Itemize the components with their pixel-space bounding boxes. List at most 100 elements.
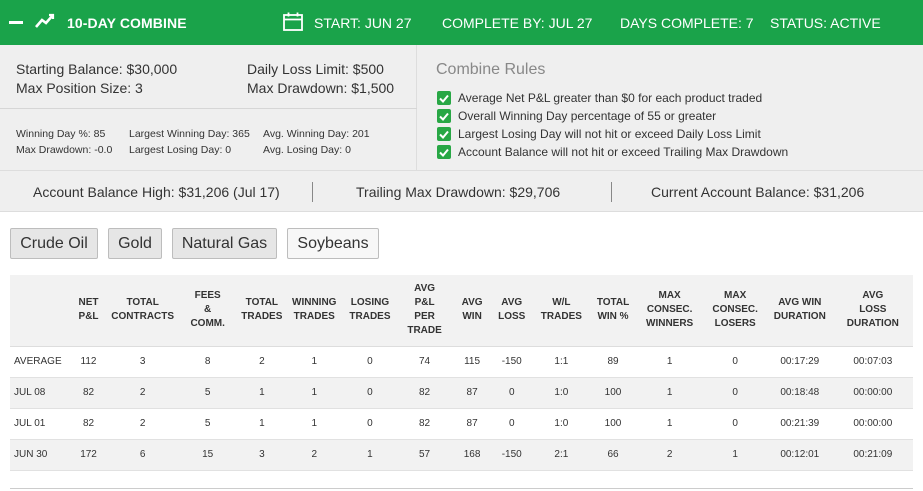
table-cell: 1 <box>344 439 396 471</box>
column-header: NET P&L <box>67 275 110 347</box>
column-header: AVG P&L PER TRADE <box>395 275 454 347</box>
rule-text: Account Balance will not hit or exceed T… <box>458 145 789 159</box>
table-cell: 1 <box>284 346 345 378</box>
table-cell: 1:0 <box>532 408 591 440</box>
table-cell: 2 <box>635 439 704 471</box>
rule-text: Average Net P&L greater than $0 for each… <box>458 91 763 105</box>
column-header: MAX CONSEC. LOSERS <box>703 275 767 347</box>
daily-loss-limit: Daily Loss Limit: $500 <box>247 61 384 77</box>
table-header-row: NET P&L TOTAL CONTRACTS FEES & COMM. TOTAL TR… <box>10 275 913 347</box>
row-label: JUL 08 <box>10 377 68 409</box>
balance-bar: Account Balance High: $31,206 (Jul 17) T… <box>0 171 923 212</box>
account-balance-high: Account Balance High: $31,206 (Jul 17) <box>33 184 280 200</box>
table-cell: 87 <box>453 377 491 409</box>
table-cell: 0 <box>703 408 767 440</box>
account-stats: Starting Balance: $30,000 Max Position S… <box>0 45 417 171</box>
table-cell: 82 <box>67 408 110 440</box>
table-cell: 1 <box>284 408 345 440</box>
table-cell: 82 <box>395 408 454 440</box>
current-account-balance: Current Account Balance: $31,206 <box>651 184 865 200</box>
trend-line-icon <box>35 13 55 28</box>
avg-winning-day: Avg. Winning Day: 201 <box>263 128 370 140</box>
column-header: W/L TRADES <box>532 275 591 347</box>
table-cell: 82 <box>67 377 110 409</box>
table-cell: -150 <box>490 439 533 471</box>
table-cell: 1 <box>284 377 345 409</box>
check-icon <box>437 91 451 105</box>
column-header: WINNING TRADES <box>284 275 345 347</box>
rule-item: Average Net P&L greater than $0 for each… <box>437 91 762 105</box>
table-row: JUN 30 172 6 15 3 2 1 57 168 -150 2:1 66 2 1 00:12:01 0… <box>10 439 913 471</box>
table-cell: 00:12:01 <box>766 439 833 471</box>
table-cell: 89 <box>590 346 636 378</box>
table-cell: 1 <box>239 408 285 440</box>
rule-text: Overall Winning Day percentage of 55 or … <box>458 109 717 123</box>
table-cell: 15 <box>176 439 240 471</box>
status: STATUS: ACTIVE <box>770 15 881 31</box>
table-cell: 57 <box>395 439 454 471</box>
column-header: AVG LOSS DURATION <box>832 275 913 347</box>
table-cell: 82 <box>395 377 454 409</box>
table-cell: 74 <box>395 346 454 378</box>
divider <box>10 488 913 489</box>
table-cell: 2:1 <box>532 439 591 471</box>
table-cell: 3 <box>239 439 285 471</box>
table-cell: 00:21:09 <box>832 439 913 471</box>
stats-table: NET P&L TOTAL CONTRACTS FEES & COMM. TOTAL TR… <box>10 275 913 471</box>
check-icon <box>437 109 451 123</box>
starting-balance: Starting Balance: $30,000 <box>16 61 178 77</box>
column-header: AVG WIN <box>453 275 491 347</box>
row-label: JUN 30 <box>10 439 68 471</box>
table-cell: 5 <box>176 377 240 409</box>
summary-panel: Starting Balance: $30,000 Max Position S… <box>0 45 923 171</box>
table-row: JUL 08 82 2 5 1 1 0 82 87 0 1:0 100 1 0 00:18:48 00:00:… <box>10 377 913 409</box>
table-cell: 1 <box>239 377 285 409</box>
table-row: JUL 01 82 2 5 1 1 0 82 87 0 1:0 100 1 0 00:21:39 00:00:… <box>10 408 913 440</box>
combine-title: 10-DAY COMBINE <box>67 15 187 31</box>
check-icon <box>437 145 451 159</box>
table-cell: 115 <box>453 346 491 378</box>
rule-item: Overall Winning Day percentage of 55 or … <box>437 109 716 123</box>
rule-item: Largest Losing Day will not hit or excee… <box>437 127 761 141</box>
table-cell: 1 <box>703 439 767 471</box>
product-button-crude-oil[interactable]: Crude Oil <box>10 228 98 259</box>
column-header: MAX CONSEC. WINNERS <box>635 275 704 347</box>
table-cell: 00:07:03 <box>832 346 913 378</box>
product-button-soybeans[interactable]: Soybeans <box>287 228 379 259</box>
column-header: FEES & COMM. <box>176 275 240 347</box>
rules-title: Combine Rules <box>436 61 546 78</box>
table-cell: 168 <box>453 439 491 471</box>
table-cell: 00:00:00 <box>832 377 913 409</box>
complete-by-date: COMPLETE BY: JUL 27 <box>442 15 593 31</box>
table-cell: 0 <box>703 377 767 409</box>
table-cell: 0 <box>344 408 396 440</box>
column-header: AVG LOSS <box>490 275 533 347</box>
collapse-icon[interactable] <box>9 21 23 24</box>
start-date: START: JUN 27 <box>314 15 412 31</box>
divider <box>312 182 313 202</box>
table-cell: 66 <box>590 439 636 471</box>
table-cell: 112 <box>67 346 110 378</box>
row-label: JUL 01 <box>10 408 68 440</box>
rule-item: Account Balance will not hit or exceed T… <box>437 145 788 159</box>
table-cell: 00:00:00 <box>832 408 913 440</box>
rule-text: Largest Losing Day will not hit or excee… <box>458 127 761 141</box>
table-cell: 0 <box>344 346 396 378</box>
product-button-natural-gas[interactable]: Natural Gas <box>172 228 277 259</box>
product-button-gold[interactable]: Gold <box>108 228 162 259</box>
divider <box>611 182 612 202</box>
table-cell: 0 <box>703 346 767 378</box>
max-position-size: Max Position Size: 3 <box>16 80 143 96</box>
table-cell: 00:21:39 <box>766 408 833 440</box>
max-drawdown-small: Max Drawdown: -0.0 <box>16 144 113 156</box>
table-cell: 100 <box>590 408 636 440</box>
table-cell: -150 <box>490 346 533 378</box>
account-limits: Starting Balance: $30,000 Max Position S… <box>0 45 417 109</box>
column-header: TOTAL CONTRACTS <box>109 275 177 347</box>
table-cell: 1 <box>635 377 704 409</box>
winning-day-pct: Winning Day %: 85 <box>16 128 106 140</box>
table-cell: 1 <box>635 408 704 440</box>
table-cell: 00:18:48 <box>766 377 833 409</box>
calendar-icon <box>283 12 303 31</box>
table-cell: 0 <box>490 377 533 409</box>
